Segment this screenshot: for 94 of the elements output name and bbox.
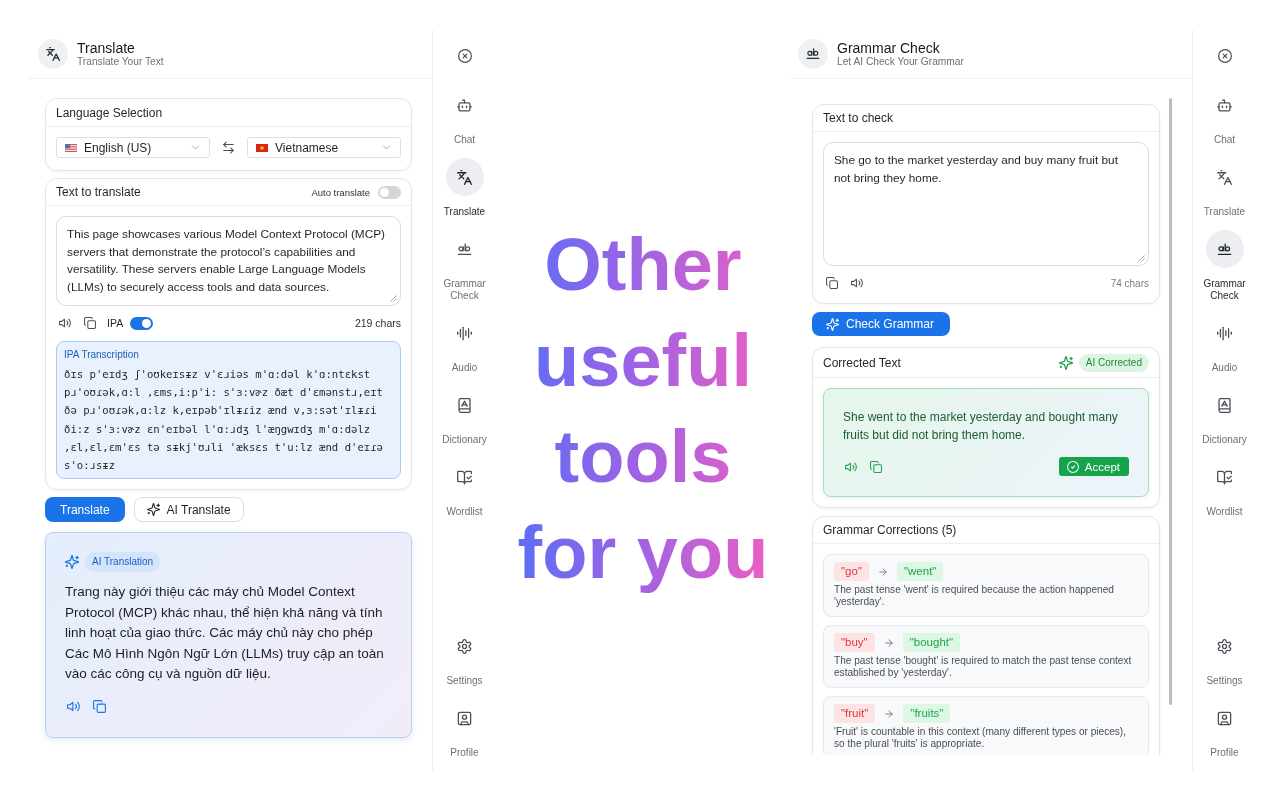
translation-text: Trang này giới thiệu các máy chủ Model Context Protocol (MCP) khác nhau, thể hiện khả năng và tính linh hoạt của giao thức. Các máy chủ này cho phép Các Mô Hình Ngôn Ngữ Lớn (LLMs) truy cập an toàn vào các công cụ và nguồn dữ liệu.	[65, 583, 385, 684]
arrow-right-icon	[883, 637, 894, 648]
nav-item[interactable]: Chat	[434, 86, 495, 146]
corrected-word-tag: "bought"	[902, 633, 961, 652]
swap-arrows-icon[interactable]	[222, 141, 235, 154]
translate-icon	[1217, 169, 1232, 185]
accept-button[interactable]: Accept	[1058, 457, 1129, 476]
book-icon	[1217, 397, 1232, 413]
ipa-text: ðɪs p'eɪdʒ ʃ'oʊkeɪsᵻz v'ɛɹiəs m'ɑ:dəl k'ɑ:ntɛkst pɹ'oʊɾək,ɑ:l ,ɛms,i:p'i: s'ɜ:vɚz ðæt d'ɛmənstɹ,eɪt ðə pɹ'oʊɾək,ɑ:lz k,eɪpəb'ɪlᵻɾiz ænd v,ɜ:sət'ɪlᵻɾi ði:z s'ɜ:vɚz ɛn'eɪbəl l'ɑ:ɹdʒ l'æŋgwɪdʒ m'ɑ:dəlz ,ɛl,ɛl,ɛm'ɛs tə sᵻkj'ʊɹli 'æksɛs t'u:lz ænd d'eɪɾə s'o:ɹsᵻz	[64, 367, 384, 473]
resize-grip-icon[interactable]	[1138, 255, 1145, 262]
toggle-switch[interactable]	[130, 316, 154, 330]
arrow-right-icon	[884, 708, 895, 719]
nav-item[interactable]: Audio	[434, 314, 495, 374]
wrong-word-tag: "fruit"	[834, 704, 876, 723]
text-input-field[interactable]: She go to the market yesterday and buy many fruit but not bring they home.	[823, 142, 1149, 266]
app-subtitle: Translate Your Text	[77, 56, 164, 68]
robot-icon	[457, 97, 472, 113]
audio-waveform-icon	[457, 325, 472, 341]
char-count: 219 chars	[354, 317, 401, 329]
correction-explanation: 'Fruit' is countable in this context (many different types or pieces), so the plural 'fruits' is appropriate.	[834, 726, 1128, 750]
robot-icon	[1217, 97, 1232, 113]
char-count: 74 chars	[1110, 277, 1149, 289]
toggle-label: Auto translate	[311, 186, 370, 198]
check-grammar-button[interactable]: Check Grammar	[812, 312, 950, 336]
nav-item[interactable]: Grammar Check	[1194, 230, 1255, 302]
text-input-field[interactable]: This page showcases various Model Context Protocol (MCP) servers that demonstrate the protocol’s capabilities and versatility. These servers enable Large Language Models (LLMs) to securely access tools and data sources.	[56, 216, 401, 306]
ai-badge: AI Corrected	[1078, 353, 1149, 372]
corrected-word-tag: "went"	[896, 562, 944, 581]
nav-item[interactable]: Wordlist	[434, 458, 495, 518]
app-title: Translate	[77, 40, 136, 56]
translate-icon	[445, 158, 484, 196]
settings-icon	[1217, 638, 1232, 654]
card-title: Language Selection	[56, 105, 163, 120]
card-title: Grammar Corrections (5)	[823, 523, 957, 537]
close-icon[interactable]	[1217, 49, 1232, 63]
ai-badge: AI Translation	[85, 552, 161, 573]
speaker-icon[interactable]	[59, 317, 71, 329]
book-check-icon	[1217, 469, 1232, 485]
nav-item[interactable]: Dictionary	[1194, 386, 1255, 446]
flag-icon	[65, 143, 77, 152]
corrected-word-tag: "fruits"	[903, 704, 951, 723]
underlined-ab-icon	[1205, 230, 1244, 268]
language-select[interactable]: English (US)	[56, 137, 210, 158]
copy-icon[interactable]	[93, 699, 106, 713]
profile-icon	[457, 710, 472, 726]
nav-item[interactable]: Audio	[1194, 314, 1255, 374]
nav-item[interactable]: Settings	[1194, 627, 1255, 687]
scrollbar-thumb[interactable]	[1169, 98, 1172, 705]
flag-icon	[256, 143, 268, 152]
copy-icon[interactable]	[826, 277, 838, 289]
book-check-icon	[457, 469, 472, 485]
correction-explanation: The past tense 'bought' is required to match the past tense context established by 'yesterday'.	[834, 655, 1133, 679]
language-select[interactable]: Vietnamese	[247, 137, 401, 158]
audio-waveform-icon	[1217, 325, 1232, 341]
sparkle-icon	[65, 555, 79, 570]
settings-icon	[457, 638, 472, 654]
nav-item[interactable]: Translate	[434, 158, 495, 218]
translate-icon	[38, 39, 68, 69]
nav-item[interactable]: Profile	[434, 699, 495, 759]
nav-item[interactable]: Grammar Check	[434, 230, 495, 302]
app-subtitle: Let AI Check Your Grammar	[837, 56, 964, 68]
wrong-word-tag: "go"	[834, 562, 869, 581]
nav-item[interactable]: Settings	[434, 627, 495, 687]
check-circle-icon	[1066, 460, 1079, 473]
correction-explanation: The past tense 'went' is required because the action happened 'yesterday'.	[834, 584, 1115, 608]
close-icon[interactable]	[457, 49, 472, 63]
wrong-word-tag: "buy"	[834, 633, 875, 652]
underlined-ab-icon	[798, 39, 828, 69]
book-icon	[457, 397, 472, 413]
app-title: Grammar Check	[837, 40, 941, 56]
card-title: Text to translate	[56, 185, 141, 199]
toggle-switch[interactable]	[378, 185, 401, 199]
copy-icon[interactable]	[84, 317, 96, 329]
nav-item[interactable]: Wordlist	[1194, 458, 1255, 518]
toggle-label: IPA	[107, 317, 124, 329]
speaker-icon[interactable]	[851, 277, 863, 289]
profile-icon	[1217, 710, 1232, 726]
sparkle-icon	[826, 317, 839, 331]
nav-item[interactable]: Chat	[1194, 86, 1255, 146]
nav-item[interactable]: Translate	[1194, 158, 1255, 218]
sparkle-icon	[146, 503, 160, 517]
ai-translate-button[interactable]: AI Translate	[133, 497, 244, 523]
corrected-text: She went to the market yesterday and bought many fruits but did not bring them home.	[843, 409, 1119, 444]
arrow-right-icon	[877, 566, 888, 577]
underlined-ab-icon	[457, 241, 472, 257]
ipa-title: IPA Transcription	[64, 348, 140, 362]
nav-item[interactable]: Dictionary	[434, 386, 495, 446]
speaker-icon[interactable]	[67, 699, 80, 713]
card-title: Corrected Text	[823, 355, 901, 370]
nav-item[interactable]: Profile	[1194, 699, 1255, 759]
resize-grip-icon[interactable]	[390, 295, 397, 302]
sparkle-icon	[1058, 355, 1073, 370]
card-title: Text to check	[823, 111, 894, 125]
translate-button[interactable]: Translate	[45, 497, 125, 523]
